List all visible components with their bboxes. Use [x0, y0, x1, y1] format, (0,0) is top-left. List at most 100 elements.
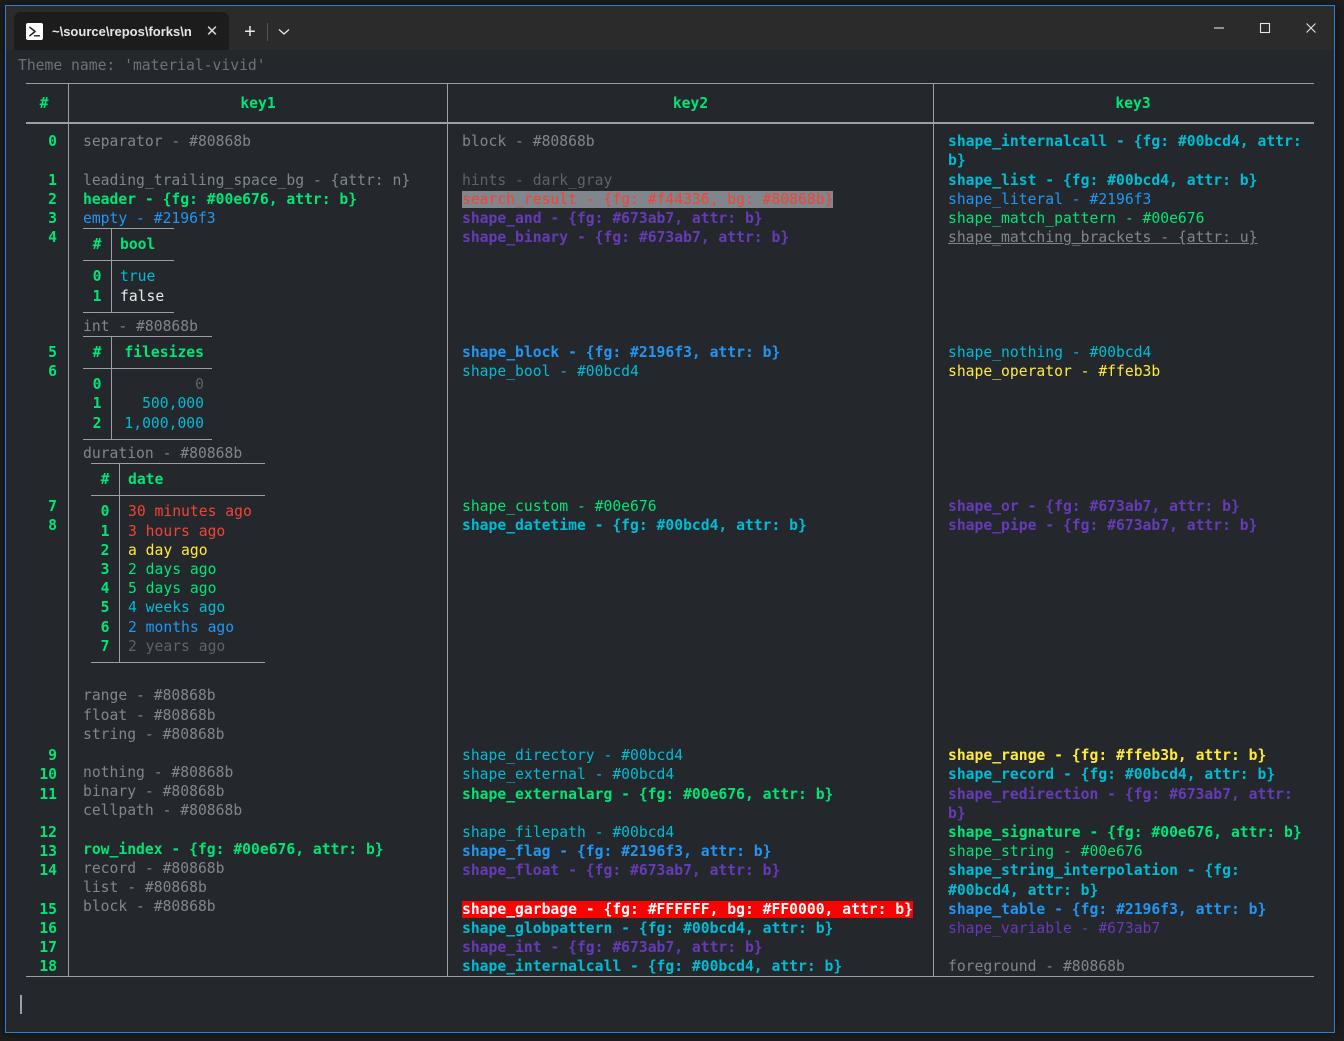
- blank-index: [20, 574, 68, 593]
- theme-entry-text: header - {fg: #00e676, attr: b}: [83, 190, 358, 208]
- theme-entry: record - #80868b: [69, 859, 447, 878]
- nested-row-index: 1: [92, 287, 102, 305]
- nested-header-index: #: [100, 471, 110, 489]
- maximize-button[interactable]: [1242, 6, 1288, 50]
- close-window-button[interactable]: [1288, 6, 1334, 50]
- table-row: # date: [91, 470, 265, 490]
- row-index: 9: [48, 747, 57, 765]
- nested-row-value: 1,000,000: [124, 414, 204, 432]
- tab-nu-script[interactable]: ~\source\repos\forks\nu_scrip ✕: [14, 12, 229, 50]
- theme-entry: shape_string_interpolation - {fg:: [934, 861, 1332, 880]
- theme-entry-text: #00bcd4, attr: b}: [948, 881, 1099, 899]
- row-index: 0: [48, 133, 57, 151]
- theme-entry-text: shape_pipe - {fg: #673ab7, attr: b}: [948, 516, 1258, 534]
- key2-column: block - #80868b hints - dark_gray search_r…: [448, 124, 933, 976]
- terminal-content[interactable]: Theme name: 'material-vivid' # key1 key2…: [6, 50, 1334, 1032]
- blank-index: [20, 593, 68, 612]
- table-bottom-border: [26, 976, 1314, 978]
- theme-entry-text: shape_block - {fg: #2196f3, attr: b}: [462, 344, 781, 362]
- theme-entry: empty - #2196f3: [69, 209, 447, 228]
- theme-entry: leading_trailing_space_bg - {attr: n}: [69, 171, 447, 190]
- table-row: [91, 655, 265, 662]
- blank-index: [20, 478, 68, 497]
- theme-entry: shape_range - {fg: #ffeb3b, attr: b}: [934, 746, 1332, 765]
- theme-entry-text: hints - dark_gray: [462, 171, 613, 189]
- row-index: 12: [39, 823, 57, 841]
- theme-entry: b}: [934, 804, 1332, 823]
- theme-entry-text: b}: [948, 152, 966, 170]
- nested-row-index: 1: [100, 522, 110, 540]
- table-row: [91, 489, 265, 496]
- theme-entry: shape_redirection - {fg: #673ab7, attr:: [934, 785, 1332, 804]
- nested-row-value: 2 months ago: [128, 618, 235, 636]
- theme-entry-text: separator - #80868b: [83, 133, 252, 151]
- table-header-row: # key1 key2 key3: [20, 84, 1314, 123]
- nested-header-index: #: [92, 344, 102, 362]
- blank-index: [20, 247, 68, 266]
- theme-entry-text: shape_string_interpolation - {fg:: [948, 862, 1240, 880]
- blank-index: [20, 382, 68, 401]
- theme-entry: separator - #80868b: [69, 132, 447, 151]
- row-index: 8: [48, 516, 57, 534]
- theme-entry: shape_external - #00bcd4: [448, 765, 933, 784]
- tab-title: ~\source\repos\forks\nu_scrip: [52, 23, 192, 39]
- nested-row-index: 0: [92, 376, 102, 394]
- table-row: [83, 254, 174, 261]
- blank-index: [20, 420, 68, 439]
- theme-entry-text: shape_literal - #2196f3: [948, 190, 1152, 208]
- blank-index: [20, 881, 68, 900]
- theme-entry-text: shape_internalcall - {fg: #00bcd4, attr:…: [462, 958, 843, 976]
- close-tab-icon[interactable]: ✕: [201, 20, 223, 42]
- theme-entry-text: shape_operator - #ffeb3b: [948, 363, 1161, 381]
- table-row: 7 2 years ago: [91, 636, 265, 656]
- tab-separator: [267, 23, 268, 41]
- theme-entry: shape_custom - #00e676: [448, 497, 933, 516]
- row-index: 10: [39, 766, 57, 784]
- nested-row-value: true: [120, 268, 156, 286]
- theme-entry: shape_literal - #2196f3: [934, 190, 1332, 209]
- row-index: 4: [48, 229, 57, 247]
- minimize-button[interactable]: [1196, 6, 1242, 50]
- theme-entry-text: shape_string - #00e676: [948, 843, 1143, 861]
- theme-entry: shape_externalarg - {fg: #00e676, attr: …: [448, 785, 933, 804]
- theme-entry: block - #80868b: [448, 132, 933, 151]
- theme-entry: shape_binary - {fg: #673ab7, attr: b}: [448, 228, 933, 247]
- table-row: 2 1,000,000: [83, 413, 212, 433]
- nested-row-value: a day ago: [128, 541, 208, 559]
- new-tab-button[interactable]: +: [235, 14, 265, 50]
- theme-entry: shape_globpattern - {fg: #00bcd4, attr: …: [448, 919, 933, 938]
- theme-entry-text: shape_binary - {fg: #673ab7, attr: b}: [462, 229, 790, 247]
- theme-entry: header - {fg: #00e676, attr: b}: [69, 190, 447, 209]
- row-index: 7: [48, 497, 57, 515]
- theme-entry: shape_garbage - {fg: #FFFFFF, bg: #FF000…: [448, 900, 933, 919]
- theme-entry-text: nothing - #80868b: [83, 764, 234, 782]
- chevron-down-icon[interactable]: [270, 14, 298, 50]
- theme-entry: nothing - #80868b: [69, 763, 447, 782]
- theme-entry-text: shape_variable - #673ab7: [948, 919, 1161, 937]
- nested-row-index: 2: [100, 541, 110, 559]
- theme-entry-text: range - #80868b: [83, 687, 216, 705]
- theme-entry: shape_operator - #ffeb3b: [934, 362, 1332, 381]
- row-index: 6: [48, 363, 57, 381]
- nested-row-value: 5 days ago: [128, 580, 217, 598]
- theme-entry: shape_match_pattern - #00e676: [934, 209, 1332, 228]
- bool-table: # bool 0 true 1 false: [83, 228, 174, 313]
